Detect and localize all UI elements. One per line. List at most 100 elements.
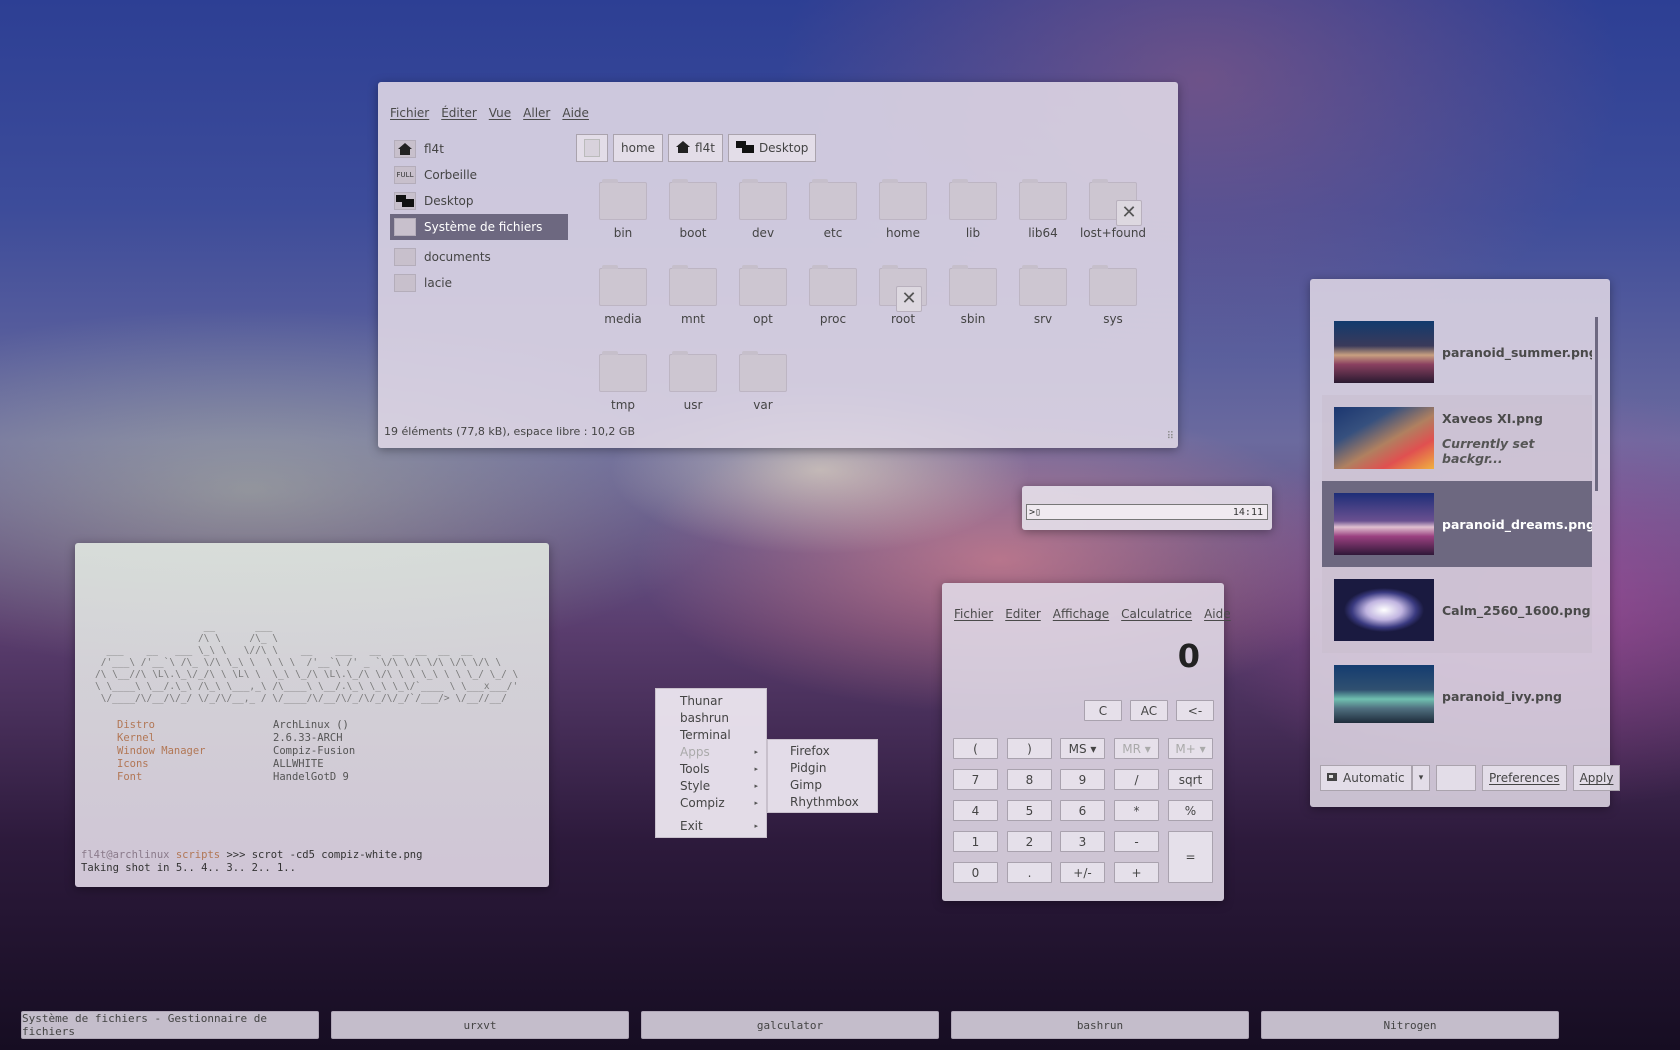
preferences-label: Preferences (1489, 771, 1560, 785)
wallpaper-item[interactable]: Calm_2560_1600.png (1322, 567, 1592, 653)
calc-button[interactable]: . (1007, 862, 1052, 883)
file-item[interactable]: home (868, 179, 938, 240)
calc-button[interactable]: 1 (953, 831, 998, 852)
menu-item-pidgin[interactable]: Pidgin (768, 759, 877, 776)
calc-button[interactable]: 2 (1007, 831, 1052, 852)
menu-fichier[interactable]: Fichier (390, 106, 429, 120)
calc-button[interactable]: = (1168, 831, 1213, 883)
file-item[interactable]: media (588, 265, 658, 326)
menu-item-exit[interactable]: Exit ▸ (656, 817, 766, 834)
file-item[interactable]: srv (1008, 265, 1078, 326)
sidebar-item-documents[interactable]: documents (390, 244, 568, 270)
calc-button[interactable]: 7 (953, 769, 998, 790)
calc-button[interactable]: 8 (1007, 769, 1052, 790)
terminal-window[interactable]: __ ___ /\ \ /\_ \ ___ __ ___ \_\ \ \//\ … (75, 543, 549, 887)
file-item[interactable]: root ✕ (868, 265, 938, 326)
menu-item-style[interactable]: Style ▸ (656, 777, 766, 794)
file-item[interactable]: dev (728, 179, 798, 240)
calc-button[interactable]: 4 (953, 800, 998, 821)
scrollbar[interactable] (1595, 317, 1598, 491)
calc-button[interactable]: +/- (1060, 862, 1105, 883)
calc-button[interactable]: MS ▾ (1060, 738, 1105, 759)
file-item[interactable]: sys (1078, 265, 1148, 326)
menu-item-firefox[interactable]: Firefox (768, 742, 877, 759)
file-item[interactable]: opt (728, 265, 798, 326)
mode-select[interactable]: Automatic (1320, 765, 1412, 791)
calc-button[interactable]: % (1168, 800, 1213, 821)
path-root-button[interactable] (576, 134, 608, 162)
calc-button-top[interactable]: AC (1130, 700, 1168, 721)
file-item[interactable]: lib64 (1008, 179, 1078, 240)
path-home-button[interactable]: home (613, 134, 664, 162)
taskbar-button-0[interactable]: Système de fichiers - Gestionnaire de fi… (21, 1011, 319, 1039)
path-desktop-button[interactable]: Desktop (727, 134, 817, 162)
calc-button[interactable]: 3 (1060, 831, 1105, 852)
file-item[interactable]: proc (798, 265, 868, 326)
menu-aide[interactable]: Aide (562, 106, 589, 120)
calc-button[interactable]: 6 (1060, 800, 1105, 821)
file-item[interactable]: etc (798, 179, 868, 240)
folder-icon (394, 274, 416, 292)
calc-button[interactable]: ( (953, 738, 998, 759)
file-item[interactable]: bin (588, 179, 658, 240)
menu-item-apps[interactable]: Apps ▸ (656, 743, 766, 760)
file-item[interactable]: boot (658, 179, 728, 240)
sidebar-item-home[interactable]: fl4t (390, 136, 568, 162)
locked-emblem-icon: ✕ (1116, 200, 1142, 226)
file-item[interactable]: lost+found ✕ (1078, 179, 1148, 240)
resize-grip-icon[interactable]: ⠿ (1167, 431, 1174, 442)
calc-button[interactable]: + (1114, 862, 1159, 883)
file-item[interactable]: usr (658, 351, 728, 412)
menu-aller[interactable]: Aller (523, 106, 550, 120)
file-item[interactable]: sbin (938, 265, 1008, 326)
calc-button[interactable]: 9 (1060, 769, 1105, 790)
file-item[interactable]: var (728, 351, 798, 412)
menu-aide[interactable]: Aide (1204, 607, 1231, 621)
color-swatch-button[interactable] (1436, 765, 1476, 791)
taskbar-button-1[interactable]: urxvt (331, 1011, 629, 1039)
file-item[interactable]: lib (938, 179, 1008, 240)
wallpaper-item[interactable]: paranoid_dreams.png (1322, 481, 1592, 567)
calc-button-top[interactable]: C (1084, 700, 1122, 721)
menu-affichage[interactable]: Affichage (1053, 607, 1109, 621)
menu-item-gimp[interactable]: Gimp (768, 776, 877, 793)
wallpaper-item[interactable]: Xaveos XI.png Currently set backgr... (1322, 395, 1592, 481)
menu-fichier[interactable]: Fichier (954, 607, 993, 621)
wallpaper-item[interactable]: paranoid_summer.png (1322, 309, 1592, 395)
menu-calculatrice[interactable]: Calculatrice (1121, 607, 1192, 621)
calc-button[interactable]: - (1114, 831, 1159, 852)
menu-item-thunar[interactable]: Thunar (656, 692, 766, 709)
calc-button[interactable]: M+ ▾ (1168, 738, 1213, 759)
taskbar-button-3[interactable]: bashrun (951, 1011, 1249, 1039)
menu-editer[interactable]: Editer (1005, 607, 1041, 621)
sidebar-item-desktop[interactable]: Desktop (390, 188, 568, 214)
calc-button[interactable]: ) (1007, 738, 1052, 759)
preferences-button[interactable]: Preferences (1482, 765, 1567, 791)
menu-vue[interactable]: Vue (489, 106, 511, 120)
apply-button[interactable]: Apply (1572, 765, 1621, 791)
menu-editer[interactable]: Éditer (441, 106, 477, 120)
mode-dropdown-icon[interactable]: ▾ (1412, 765, 1430, 791)
calc-button-top[interactable]: <- (1176, 700, 1214, 721)
calc-button[interactable]: * (1114, 800, 1159, 821)
calc-button[interactable]: sqrt (1168, 769, 1213, 790)
calc-button[interactable]: 0 (953, 862, 998, 883)
menu-item-tools[interactable]: Tools ▸ (656, 760, 766, 777)
menu-item-bashrun[interactable]: bashrun (656, 709, 766, 726)
command-input[interactable]: >▯ 14:11 (1026, 504, 1268, 520)
sidebar-item-trash[interactable]: FULL Corbeille (390, 162, 568, 188)
menu-item-rhythmbox[interactable]: Rhythmbox (768, 793, 877, 810)
file-item[interactable]: tmp (588, 351, 658, 412)
menu-item-terminal[interactable]: Terminal (656, 726, 766, 743)
file-item[interactable]: mnt (658, 265, 728, 326)
calc-button[interactable]: / (1114, 769, 1159, 790)
taskbar-button-2[interactable]: galculator (641, 1011, 939, 1039)
sidebar-item-lacie[interactable]: lacie (390, 270, 568, 296)
taskbar-button-4[interactable]: Nitrogen (1261, 1011, 1559, 1039)
calc-button[interactable]: 5 (1007, 800, 1052, 821)
sidebar-item-filesystem[interactable]: Système de fichiers (390, 214, 568, 240)
wallpaper-item[interactable]: paranoid_ivy.png (1322, 653, 1592, 723)
path-user-button[interactable]: fl4t (668, 134, 723, 162)
menu-item-compiz[interactable]: Compiz ▸ (656, 794, 766, 811)
calc-button[interactable]: MR ▾ (1114, 738, 1159, 759)
